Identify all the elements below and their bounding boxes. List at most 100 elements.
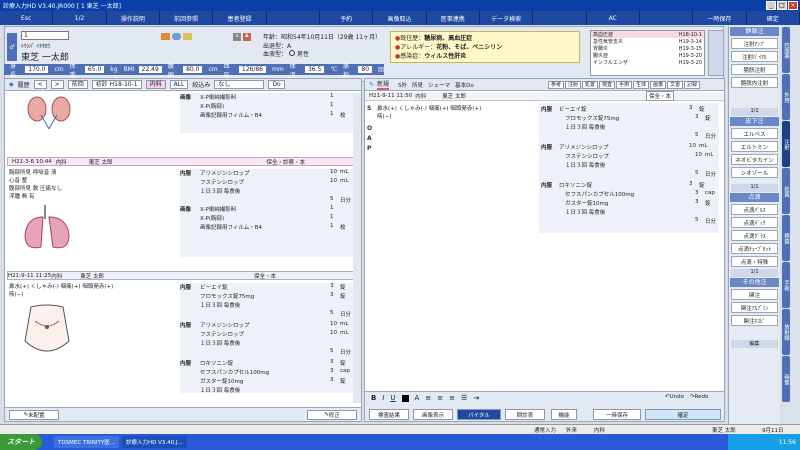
list-item[interactable]: １日３回 毎食後 xyxy=(200,386,350,394)
list-item[interactable]: 胃腸炎 H19-3-15 xyxy=(591,45,704,53)
list-item[interactable]: ビーエイ錠 3 錠 xyxy=(200,283,350,291)
patient-id-field[interactable]: 1 xyxy=(21,31,69,40)
list-item[interactable]: セフスパンカプセル100mg 3 cap xyxy=(565,190,715,198)
palette-item[interactable]: 点滴ｸﾞﾗｽ xyxy=(731,230,778,241)
tab-all[interactable]: ALL xyxy=(169,80,189,89)
vtab-test[interactable]: 検査 xyxy=(782,215,790,261)
fn-key-blank-2[interactable] xyxy=(533,11,587,25)
tab-test[interactable]: 検査 xyxy=(599,81,616,89)
vital-temp-value[interactable]: 36.5 xyxy=(304,66,325,73)
italic-icon[interactable]: I xyxy=(382,394,384,402)
font-size-icon[interactable]: A xyxy=(415,394,420,402)
list-item[interactable]: X-P単純撮影料 1 xyxy=(200,93,350,101)
list-item[interactable]: ビーエイ錠 3 錠 xyxy=(559,105,709,113)
list-item[interactable]: アリメジンシロップ 10 mL xyxy=(200,169,350,177)
fn-key-help[interactable]: 操作説明 xyxy=(107,11,160,25)
list-item[interactable]: セフスパンカプセル100mg 3 cap xyxy=(200,368,350,376)
list-item[interactable]: １日３回 毎食後 xyxy=(200,339,350,347)
function-button[interactable]: 機能 xyxy=(551,409,577,420)
tab-injection[interactable]: 注射 xyxy=(565,81,582,89)
history-scrollbar[interactable] xyxy=(353,93,361,403)
palette-item[interactable]: ネオビタカイン xyxy=(731,154,778,165)
fn-key-esc[interactable]: Esc xyxy=(0,11,54,25)
page-indicator[interactable]: 1/1 xyxy=(731,269,778,277)
list-icon[interactable]: ☰ xyxy=(461,394,467,402)
palette-item[interactable]: エルトミン xyxy=(731,141,778,152)
fn-key-blank[interactable] xyxy=(267,11,320,25)
align-right-icon[interactable]: ≡ xyxy=(449,394,455,402)
fn-key-temp-save[interactable]: 一時保存 xyxy=(693,11,747,25)
list-item[interactable]: X-P単純撮影料 1 xyxy=(200,205,350,213)
tab-physio[interactable]: 生体 xyxy=(633,81,650,89)
list-item[interactable]: インフルエンザ H19-3-20 xyxy=(591,59,704,67)
vital-bp-value[interactable]: 126/86 xyxy=(238,66,266,73)
vtab-oral[interactable]: 内服薬 xyxy=(782,27,790,73)
fn-key-blank-3[interactable] xyxy=(640,11,694,25)
list-item[interactable]: 画像記録用フィルム・B4 1 枚 xyxy=(200,223,350,231)
first-visit-chip[interactable]: 初診 H18-10-1 xyxy=(91,80,142,89)
fn-key-billing-link[interactable]: 医事連携 xyxy=(427,11,480,25)
vtab-external[interactable]: 外用 xyxy=(782,74,790,120)
underline-icon[interactable]: U xyxy=(390,394,395,402)
list-item[interactable]: フステンシロップ 10 mL xyxy=(200,330,350,338)
list-item[interactable]: X-P(胸部) 1 xyxy=(200,214,350,222)
fn-key-page[interactable]: 1/2 xyxy=(53,11,107,25)
card-icon[interactable] xyxy=(161,33,170,40)
list-item[interactable]: X-P(胸部) 1 xyxy=(200,102,350,110)
edit-button[interactable]: ✎ 修正 xyxy=(307,410,357,420)
fn-key-data-search[interactable]: データ検索 xyxy=(480,11,534,25)
list-item[interactable]: ガスター錠10mg 3 錠 xyxy=(565,199,715,207)
minimize-icon[interactable]: _ xyxy=(766,1,776,10)
list-item[interactable]: １日３回 毎食後 xyxy=(200,187,350,195)
list-item[interactable]: 急性気管支炎 H19-3-14 xyxy=(591,38,704,46)
vtab-procedure[interactable]: 処置 xyxy=(782,168,790,214)
test-results-button[interactable]: 検査結果 xyxy=(369,409,409,420)
list-item[interactable]: １日３回 毎食後 xyxy=(565,123,715,131)
list-item[interactable]: ロキソニン錠 3 錠 xyxy=(200,359,350,367)
prev-button[interactable]: 前回 xyxy=(67,80,88,89)
align-left-icon[interactable]: ≡ xyxy=(425,394,431,402)
tab-procedure[interactable]: 処置 xyxy=(582,81,599,89)
fn-key-image-import[interactable]: 画像取込 xyxy=(373,11,427,25)
page-indicator[interactable]: 1/1 xyxy=(731,184,778,192)
palette-item[interactable]: 注射ｱﾝﾌﾟ xyxy=(731,38,778,49)
image-view-button[interactable]: 画像表示 xyxy=(413,409,453,420)
list-item[interactable]: 高血圧症 H18-10-1 xyxy=(591,31,704,38)
palette-item[interactable]: 膀胱注射 xyxy=(731,64,778,75)
chat-icon[interactable] xyxy=(172,33,181,40)
tool-s[interactable]: S外 xyxy=(398,81,407,89)
task-item[interactable]: TOSMEC TRINITY医... xyxy=(54,436,119,448)
tool-basic-do[interactable]: 基本Do xyxy=(455,81,474,89)
list-item[interactable]: アリメジンシロップ 10 mL xyxy=(559,143,709,151)
palette-item[interactable]: 膀胱内注射 xyxy=(731,77,778,88)
tab-surgery[interactable]: 手術 xyxy=(616,81,633,89)
list-item[interactable]: フステンシロップ 10 mL xyxy=(200,178,350,186)
list-item[interactable]: １日３回 毎食後 xyxy=(565,161,715,169)
tab-document[interactable]: 文書 xyxy=(667,81,684,89)
tool-findings[interactable]: 所見 xyxy=(412,81,423,89)
list-item[interactable]: ガスター錠10mg 3 錠 xyxy=(200,377,350,385)
list-item[interactable]: フロモックス錠75mg 3 錠 xyxy=(565,114,715,122)
color-swatch-icon[interactable] xyxy=(401,394,409,402)
tab-internal[interactable]: 内科 xyxy=(145,80,166,89)
abdomen-schema-image[interactable] xyxy=(17,301,77,363)
palette-item[interactable]: 関注ｱﾙﾌﾞﾐﾝ xyxy=(731,302,778,313)
tab-reference[interactable]: 参考 xyxy=(548,81,565,89)
list-item[interactable]: １日３回 毎食後 xyxy=(565,208,715,216)
next-arrow-icon[interactable]: > xyxy=(50,80,64,89)
unfinished-button[interactable]: ✎ 未配置 xyxy=(9,410,59,420)
filter-select[interactable]: なし xyxy=(214,80,265,89)
note-header[interactable]: H21-3-6 10:44 内科 東芝 太郎 保全・診察・本 xyxy=(7,157,359,166)
temp-save-button[interactable]: 一時保存 xyxy=(593,409,641,420)
redo-button[interactable]: ↷Redo xyxy=(690,394,708,400)
palette-item[interactable]: 注射ﾊﾞｲｱﾙ xyxy=(731,51,778,62)
undo-button[interactable]: ↶Undo xyxy=(665,394,684,400)
palette-item[interactable]: シオゾール xyxy=(731,167,778,178)
close-icon[interactable]: × xyxy=(788,1,798,10)
confirm-button[interactable]: 確定 xyxy=(645,409,721,420)
page-indicator[interactable]: 1/1 xyxy=(731,108,778,116)
list-item[interactable]: フステンシロップ 10 mL xyxy=(565,152,715,160)
prev-arrow-icon[interactable]: < xyxy=(33,80,47,89)
align-center-icon[interactable]: ≡ xyxy=(437,394,443,402)
palette-item[interactable]: 点滴・特殊 xyxy=(731,256,778,267)
